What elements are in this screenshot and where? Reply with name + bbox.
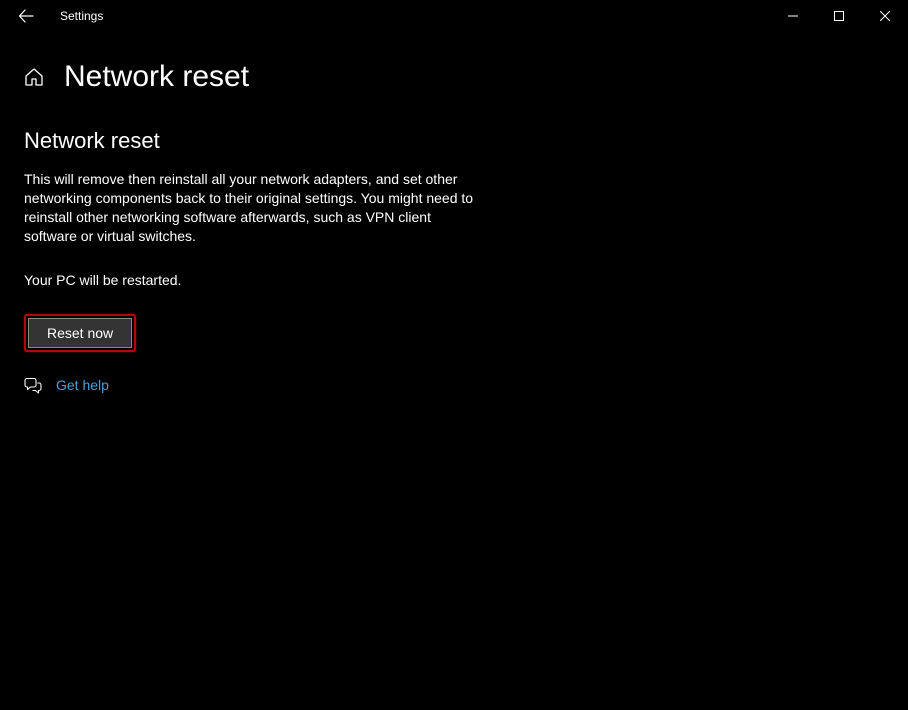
- maximize-button[interactable]: [816, 0, 862, 32]
- help-row: Get help: [24, 376, 500, 394]
- chat-help-icon: [24, 376, 42, 394]
- main-content: Network reset This will remove then rein…: [0, 94, 500, 394]
- minimize-button[interactable]: [770, 0, 816, 32]
- home-icon: [24, 67, 44, 87]
- minimize-icon: [788, 11, 798, 21]
- reset-now-button[interactable]: Reset now: [28, 318, 132, 348]
- close-button[interactable]: [862, 0, 908, 32]
- page-header: Network reset: [0, 32, 908, 94]
- section-heading: Network reset: [24, 128, 500, 154]
- maximize-icon: [834, 11, 844, 21]
- get-help-link[interactable]: Get help: [56, 377, 109, 393]
- arrow-left-icon: [18, 8, 34, 24]
- restart-note: Your PC will be restarted.: [24, 272, 500, 288]
- window-controls: [770, 0, 908, 32]
- titlebar: Settings: [0, 0, 908, 32]
- reset-button-highlight: Reset now: [24, 314, 136, 352]
- close-icon: [880, 11, 890, 21]
- home-button[interactable]: [22, 65, 46, 89]
- back-button[interactable]: [10, 0, 42, 32]
- page-title: Network reset: [64, 60, 249, 94]
- app-title: Settings: [60, 9, 103, 23]
- description-text: This will remove then reinstall all your…: [24, 170, 484, 246]
